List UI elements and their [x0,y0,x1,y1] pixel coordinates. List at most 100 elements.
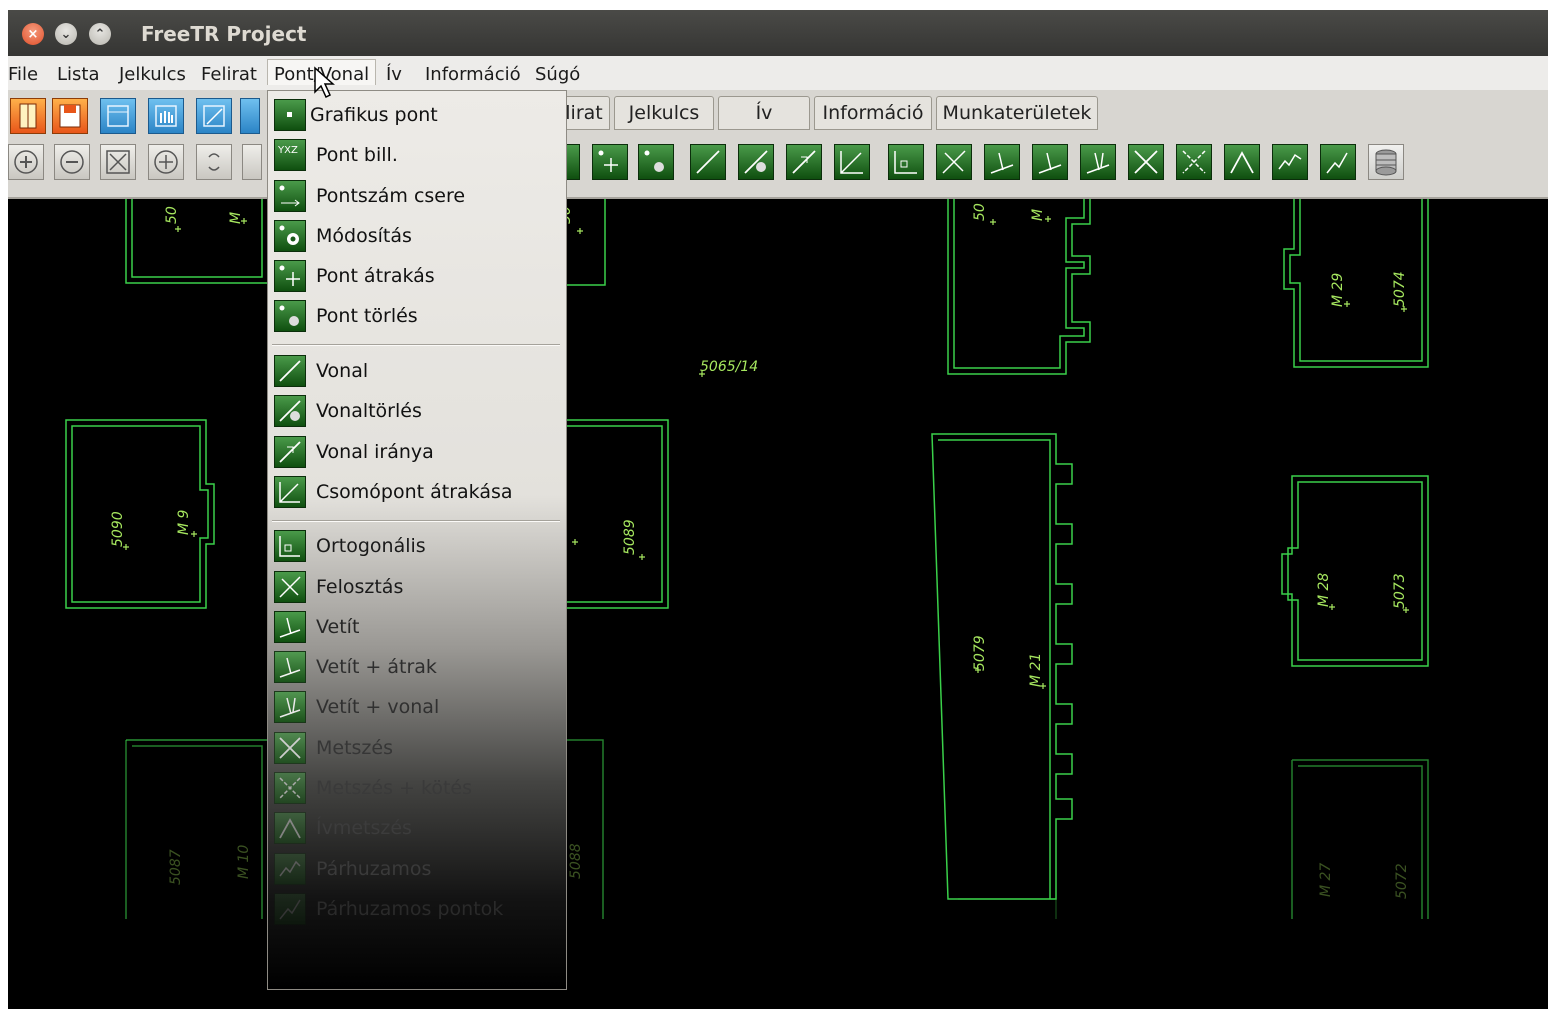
menu-item-parhuzamos[interactable]: Párhuzamos [268,850,566,890]
menu-item-vonal-iranya[interactable]: Vonal iránya [268,433,566,473]
tab-iv[interactable]: Ív [718,96,810,130]
zoom-in-icon[interactable] [8,144,44,180]
menu-item-vonaltorles[interactable]: Vonaltörlés [268,392,566,432]
menu-jelkulcs[interactable]: Jelkulcs [119,64,186,85]
tab-munkateruletek[interactable]: Munkaterületek [936,96,1098,130]
arc-intersect-icon [274,812,306,844]
pan-icon[interactable] [148,144,184,180]
map-label: 5088 [568,843,584,879]
parcel-outline [131,199,263,278]
rotate-icon[interactable] [242,144,262,180]
zoom-out-icon[interactable] [54,144,90,180]
menu-separator [272,520,560,522]
intersect-bind-icon[interactable] [1176,144,1212,180]
menu-item-csomopont-atrakasa[interactable]: Csomópont átrakása [268,473,566,513]
menu-felirat[interactable]: Felirat [201,64,257,85]
line-icon[interactable] [690,144,726,180]
point-move-icon[interactable] [592,144,628,180]
save-icon[interactable] [52,98,88,134]
menu-item-parhuzamos-pontok[interactable]: Párhuzamos pontok [268,890,566,930]
graphic-point-icon [274,99,306,131]
project-icon [274,611,306,643]
orthogonal-icon[interactable] [888,144,924,180]
menu-item-vonal[interactable]: Vonal [268,352,566,392]
parallel-icon[interactable] [1272,144,1308,180]
project-move-icon [274,651,306,683]
menu-item-pontszam-csere[interactable]: Pontszám csere [268,177,566,217]
layer2-icon[interactable] [240,98,260,134]
parallel-points-icon[interactable] [1320,144,1356,180]
menu-bar: File Lista Jelkulcs Felirat Pont/Vonal Í… [8,56,1548,91]
menu-item-vetit[interactable]: Vetít [268,608,566,648]
intersect-bind-icon [274,772,306,804]
map-label: 5090 [110,511,126,547]
divide-icon [274,571,306,603]
title-bar: × ⌄ ⌃ FreeTR Project [8,10,1548,56]
point-delete-icon[interactable] [638,144,674,180]
edit-icon[interactable] [196,98,232,134]
window-minimize-button[interactable]: ⌄ [55,23,77,45]
zoom-extent-icon[interactable] [100,144,136,180]
menu-lista[interactable]: Lista [57,64,100,85]
layer-icon[interactable] [100,98,136,134]
menu-item-pont-bill[interactable]: YXZ Pont bill. [268,136,566,176]
menu-item-pont-torles[interactable]: Pont törlés [268,297,566,337]
intersect-icon [274,732,306,764]
menu-item-label: Metszés + kötés [316,777,472,799]
refresh-icon[interactable] [196,144,232,180]
divide-icon[interactable] [936,144,972,180]
mouse-cursor-icon [314,66,335,99]
parcel-outline [558,419,669,609]
arc-intersect-icon[interactable] [1224,144,1260,180]
parcel-outline [953,199,1085,369]
menu-informacio[interactable]: Információ [425,64,521,85]
menu-item-grafikus-pont[interactable]: Grafikus pont [268,96,566,136]
project-move-icon[interactable] [1032,144,1068,180]
hand-icon[interactable] [148,98,184,134]
menu-item-vetit-atrak[interactable]: Vetít + átrak [268,648,566,688]
line-direction-icon[interactable] [786,144,822,180]
node-move-icon[interactable] [834,144,870,180]
line-delete-icon [274,395,306,427]
menu-item-label: Vetít [316,616,360,638]
tab-jelkulcs[interactable]: Jelkulcs [614,96,714,130]
menu-item-vetit-vonal[interactable]: Vetít + vonal [268,688,566,728]
line-delete-icon[interactable] [738,144,774,180]
parcel-outline [126,739,269,919]
menu-item-modositas[interactable]: Módosítás [268,217,566,257]
parcel-outline [1281,475,1429,667]
project-icon[interactable] [984,144,1020,180]
menu-separator [272,344,560,346]
database-icon[interactable] [1368,144,1404,180]
menu-item-label: Vetít + átrak [316,656,437,678]
project-line-icon[interactable] [1080,144,1116,180]
window-maximize-button[interactable]: ⌃ [89,23,111,45]
menu-sugo[interactable]: Súgó [535,64,580,85]
map-label: M [1030,209,1046,221]
application-window: × ⌄ ⌃ FreeTR Project File Lista Jelkulcs… [8,10,1548,1009]
window-close-button[interactable]: × [22,23,44,45]
menu-item-ortogonalis[interactable]: Ortogonális [268,527,566,567]
menu-item-metszes-kotes[interactable]: Metszés + kötés [268,769,566,809]
orthogonal-icon [274,530,306,562]
menu-file[interactable]: File [8,64,38,85]
map-label: 5072 [1394,863,1410,899]
map-label: 5074 [1392,271,1408,307]
map-canvas[interactable]: 50 M 50 5065/14 50 M M 29 5074 5090 M 9 … [8,199,1548,1009]
menu-item-label: Pont bill. [316,144,398,166]
project-line-icon [274,691,306,723]
parcel-outline [558,425,663,603]
intersect-icon[interactable] [1128,144,1164,180]
menu-iv[interactable]: Ív [386,64,402,85]
point-modify-icon [274,220,306,252]
menu-item-metszes[interactable]: Metszés [268,729,566,769]
menu-item-label: Vonaltörlés [316,400,422,422]
map-label: 5079 [972,635,988,671]
map-label: 5087 [168,849,184,885]
tab-informacio[interactable]: Információ [814,96,932,130]
menu-item-felosztas[interactable]: Felosztás [268,568,566,608]
map-label: 5065/14 [700,359,758,375]
book-icon[interactable] [10,98,46,134]
menu-item-pont-atrakas[interactable]: Pont átrakás [268,257,566,297]
menu-item-ivmetszes[interactable]: Ívmetszés [268,809,566,849]
